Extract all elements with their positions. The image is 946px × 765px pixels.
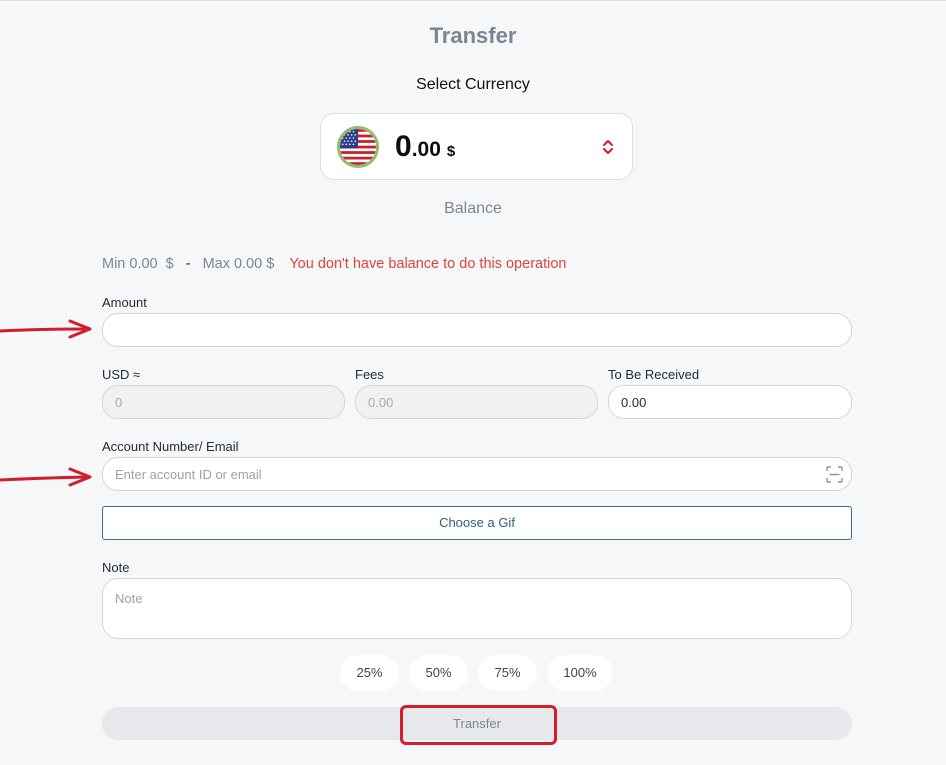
qr-scan-icon[interactable] (826, 466, 843, 483)
select-currency-label: Select Currency (416, 76, 530, 93)
note-label: Note (102, 560, 130, 575)
currency-selector[interactable]: 0 .00 $ (320, 113, 633, 180)
amount-label: Amount (102, 295, 147, 310)
to-be-received-field[interactable] (608, 385, 852, 419)
us-flag-icon (337, 125, 379, 168)
amount-arrow-annotation (0, 319, 92, 339)
transfer-page: Transfer Select Currency 0 .00 $ Balance… (0, 0, 946, 765)
max-limit: Max 0.00 $ (202, 256, 275, 272)
to-be-received-label: To Be Received (608, 367, 700, 382)
fees-field (355, 385, 598, 419)
percent-50-button[interactable]: 50% (409, 655, 468, 691)
balance-error-message: You don't have balance to do this operat… (289, 256, 567, 272)
transfer-button[interactable]: Transfer (102, 707, 852, 740)
limits-row: Min 0.00 $ - Max 0.00 $ You don't have b… (102, 256, 567, 272)
account-arrow-annotation (0, 467, 92, 487)
min-limit: Min 0.00 $ (102, 256, 174, 272)
percent-75-button[interactable]: 75% (478, 655, 537, 691)
balance-amount: 0 .00 $ (395, 130, 455, 164)
usd-field (102, 385, 345, 419)
percent-25-button[interactable]: 25% (340, 655, 399, 691)
choose-gif-button[interactable]: Choose a Gif (102, 506, 852, 540)
account-label: Account Number/ Email (102, 439, 239, 454)
fees-label: Fees (355, 367, 384, 382)
chevron-up-down-icon[interactable] (600, 135, 616, 159)
account-input[interactable] (102, 457, 852, 491)
amount-input[interactable] (102, 313, 852, 347)
page-title: Transfer (429, 23, 517, 48)
limit-separator: - (185, 256, 191, 272)
note-textarea[interactable] (102, 578, 852, 639)
percent-100-button[interactable]: 100% (547, 655, 613, 691)
currency-symbol: $ (446, 142, 456, 160)
balance-caption: Balance (444, 200, 502, 217)
usd-label: USD ≈ (102, 367, 141, 382)
balance-decimal: .00 (411, 137, 441, 161)
balance-integer: 0 (395, 129, 412, 163)
